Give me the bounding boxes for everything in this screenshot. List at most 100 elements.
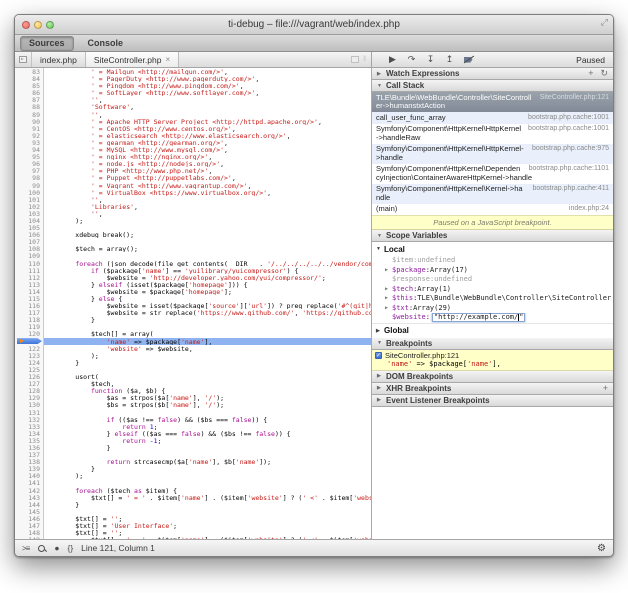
scope-variable-row[interactable]: ▶$this: TLE\Bundle\WebBundle\Controller\… xyxy=(372,294,613,304)
line-number[interactable]: 112 xyxy=(15,274,43,281)
code-line[interactable]: return strcasecmp($a['name'], $b['name']… xyxy=(44,458,371,465)
code-line[interactable]: ' = CentOS <http://www.centos.org/>', xyxy=(44,125,371,132)
line-number[interactable]: 130 xyxy=(15,401,43,408)
file-tab-index[interactable]: index.php xyxy=(32,52,86,67)
line-number[interactable]: 101 xyxy=(15,196,43,203)
code-line[interactable]: } xyxy=(44,316,371,323)
code-line[interactable]: ' = PagerDuty <http://www.pagerduty.com/… xyxy=(44,75,371,82)
code-line[interactable]: return -1; xyxy=(44,437,371,444)
zoom-window-button[interactable] xyxy=(46,21,54,29)
code-line[interactable]: '', xyxy=(44,111,371,118)
line-number[interactable]: 136 xyxy=(15,444,43,451)
code-line[interactable]: $txt[] = 'User Interface'; xyxy=(44,522,371,529)
code-line[interactable]: ' = Vagrant <http://www.vagrantup.com/>'… xyxy=(44,182,371,189)
line-number[interactable]: 144 xyxy=(15,501,43,508)
variable-value-input[interactable]: "http://example.com/" xyxy=(432,313,526,322)
line-number[interactable]: 83 xyxy=(15,68,43,75)
step-over-button[interactable]: ↷ xyxy=(402,52,421,67)
code-line[interactable]: $website = isset($package['source']['url… xyxy=(44,302,371,309)
code-line[interactable]: ' = Pingdom <http://www.pingdom.com/>', xyxy=(44,82,371,89)
code-line[interactable]: ' = node.js <http://nodejs.org/>', xyxy=(44,160,371,167)
line-number[interactable]: 114 xyxy=(15,288,43,295)
code-line[interactable]: $txt[] = ''; xyxy=(44,529,371,536)
line-number[interactable]: 103 xyxy=(15,210,43,217)
scope-variable-row[interactable]: $website: "http://example.com/" xyxy=(372,313,613,323)
line-number[interactable]: 149 xyxy=(15,536,43,539)
line-number[interactable]: 89 xyxy=(15,111,43,118)
code-line[interactable]: 'Software', xyxy=(44,103,371,110)
line-number[interactable]: 122 xyxy=(15,345,43,352)
line-number[interactable]: 137 xyxy=(15,451,43,458)
line-number[interactable]: 86 xyxy=(15,89,43,96)
call-stack-frame[interactable]: bootstrap.php.cache:411Symfony\Component… xyxy=(372,184,613,204)
code-line[interactable]: ' = MySQL <http://www.mysql.com/>', xyxy=(44,146,371,153)
line-number[interactable]: 118 xyxy=(15,316,43,323)
code-line[interactable]: } elseif (($as === false) && ($bs !== fa… xyxy=(44,430,371,437)
line-number[interactable]: 128 xyxy=(15,387,43,394)
line-number[interactable]: 107 xyxy=(15,238,43,245)
code-line[interactable]: ' = Puppet <http://puppetlabs.com/>', xyxy=(44,174,371,181)
line-number[interactable]: 104 xyxy=(15,217,43,224)
code-line[interactable]: ' = SoftLayer <http://www.softlayer.com/… xyxy=(44,89,371,96)
code-line[interactable]: $website = $package['homepage']; xyxy=(44,288,371,295)
code-line[interactable]: ' = Mailgun <http://mailgun.com/>', xyxy=(44,68,371,75)
line-number[interactable]: 119 xyxy=(15,323,43,330)
code-line[interactable]: $as = strpos($a['name'], '/'); xyxy=(44,394,371,401)
line-number[interactable]: 97 xyxy=(15,167,43,174)
code-line[interactable]: 'name' => $package['name'], xyxy=(44,338,371,345)
code-line[interactable]: foreach ($tech as $item) { xyxy=(44,487,371,494)
code-line[interactable]: $tech = array(); xyxy=(44,245,371,252)
code-editor[interactable]: 8384858687888990919293949596979899100101… xyxy=(15,68,372,539)
add-xhr-breakpoint-icon[interactable]: + xyxy=(603,383,608,393)
line-number[interactable]: 134 xyxy=(15,430,43,437)
line-number[interactable]: 98 xyxy=(15,174,43,181)
call-stack-frame[interactable]: index.php:24(main) xyxy=(372,204,613,216)
code-line[interactable] xyxy=(44,451,371,458)
code-line[interactable]: } elseif (isset($package['homepage'])) { xyxy=(44,281,371,288)
record-icon[interactable]: ● xyxy=(54,541,59,556)
line-number[interactable]: 143 xyxy=(15,494,43,501)
code-line[interactable]: $website = str_replace('https://www.gith… xyxy=(44,309,371,316)
code-line[interactable]: ' = VirtualBox <https://www.virtualbox.o… xyxy=(44,189,371,196)
breakpoint-marker-icon[interactable] xyxy=(17,338,42,344)
code-line[interactable]: ' = Apache HTTP Server Project <http://h… xyxy=(44,118,371,125)
line-number[interactable]: 124 xyxy=(15,359,43,366)
code-line[interactable]: ); xyxy=(44,472,371,479)
code-line[interactable]: usort( xyxy=(44,373,371,380)
line-number[interactable]: 133 xyxy=(15,423,43,430)
line-number[interactable]: 148 xyxy=(15,529,43,536)
scope-variable-row[interactable]: ▶$package: Array(17) xyxy=(372,266,613,276)
code-line[interactable]: return 1; xyxy=(44,423,371,430)
scope-variable-row[interactable]: $response: undefined xyxy=(372,275,613,285)
section-scope-variables[interactable]: ▼ Scope Variables xyxy=(372,230,613,242)
line-number[interactable]: 147 xyxy=(15,522,43,529)
line-number[interactable]: 102 xyxy=(15,203,43,210)
code-line[interactable]: $website = 'http://developer.yahoo.com/y… xyxy=(44,274,371,281)
line-number[interactable]: 99 xyxy=(15,182,43,189)
line-number[interactable]: 100 xyxy=(15,189,43,196)
code-line[interactable]: 'website' => $website, xyxy=(44,345,371,352)
tab-console[interactable]: Console xyxy=(79,36,133,51)
call-stack-frame[interactable]: bootstrap.php.cache:975Symfony\Component… xyxy=(372,144,613,164)
line-number[interactable]: 131 xyxy=(15,409,43,416)
line-number[interactable]: 115 xyxy=(15,295,43,302)
scope-variable-row[interactable]: $item: undefined xyxy=(372,256,613,266)
search-icon[interactable] xyxy=(37,544,46,553)
code-line[interactable]: '', xyxy=(44,96,371,103)
scope-variable-row[interactable]: ▶$tech: Array(1) xyxy=(372,285,613,295)
line-number[interactable]: 95 xyxy=(15,153,43,160)
code-line[interactable] xyxy=(44,252,371,259)
console-drawer-icon[interactable]: >≡ xyxy=(22,541,29,556)
line-number[interactable]: 85 xyxy=(15,82,43,89)
code-line[interactable]: ); xyxy=(44,352,371,359)
minimize-window-button[interactable] xyxy=(34,21,42,29)
code-line[interactable]: if ($package['name'] == 'yuilibrary/yuic… xyxy=(44,267,371,274)
resume-button[interactable]: ▶ xyxy=(383,52,402,67)
code-line[interactable]: $tech, xyxy=(44,380,371,387)
line-number[interactable]: 84 xyxy=(15,75,43,82)
code-line[interactable]: ' = gearman <http://gearman.org/>', xyxy=(44,139,371,146)
code-line[interactable]: ' = nginx <http://nginx.org/>', xyxy=(44,153,371,160)
code-line[interactable] xyxy=(44,323,371,330)
line-number[interactable]: 135 xyxy=(15,437,43,444)
code-line[interactable] xyxy=(44,224,371,231)
